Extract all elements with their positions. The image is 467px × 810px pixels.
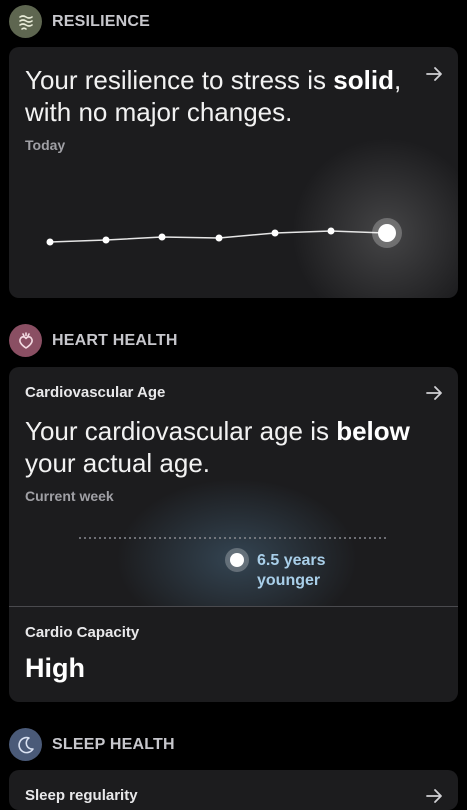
resilience-card[interactable]: Your resilience to stress is solid, with…: [9, 47, 458, 298]
section-title: RESILIENCE: [52, 12, 151, 30]
waves-icon: [9, 5, 42, 38]
section-title: SLEEP HEALTH: [52, 735, 175, 753]
heart-icon: [9, 324, 42, 357]
divider: [9, 606, 458, 607]
current-point: [378, 224, 396, 242]
trend-point: [271, 229, 279, 237]
cardio-age-card[interactable]: Cardiovascular Age Your cardiovascular a…: [9, 367, 458, 702]
trend-point: [215, 234, 223, 242]
cardio-capacity-value: High: [25, 653, 85, 683]
resilience-section-header[interactable]: RESILIENCE: [9, 5, 150, 38]
sleep-regularity-label: Sleep regularity: [25, 787, 138, 804]
trend-point: [102, 236, 110, 244]
cardio-age-marker-label: 6.5 years younger: [257, 552, 326, 589]
trend-point: [327, 227, 335, 235]
section-title: HEART HEALTH: [52, 331, 178, 349]
sleep-regularity-card[interactable]: Sleep regularity: [9, 770, 458, 810]
heart-section-header[interactable]: HEART HEALTH: [9, 324, 178, 357]
moon-icon: [9, 728, 42, 761]
arrow-right-icon[interactable]: [424, 786, 444, 806]
cardio-age-indicator: [79, 479, 389, 607]
resilience-trend-chart: [46, 138, 458, 298]
trend-point: [46, 238, 54, 246]
sleep-section-header[interactable]: SLEEP HEALTH: [9, 728, 175, 761]
cardio-capacity-label: Cardio Capacity: [25, 624, 140, 641]
marker-dot: [230, 553, 244, 567]
trend-point: [158, 233, 166, 241]
